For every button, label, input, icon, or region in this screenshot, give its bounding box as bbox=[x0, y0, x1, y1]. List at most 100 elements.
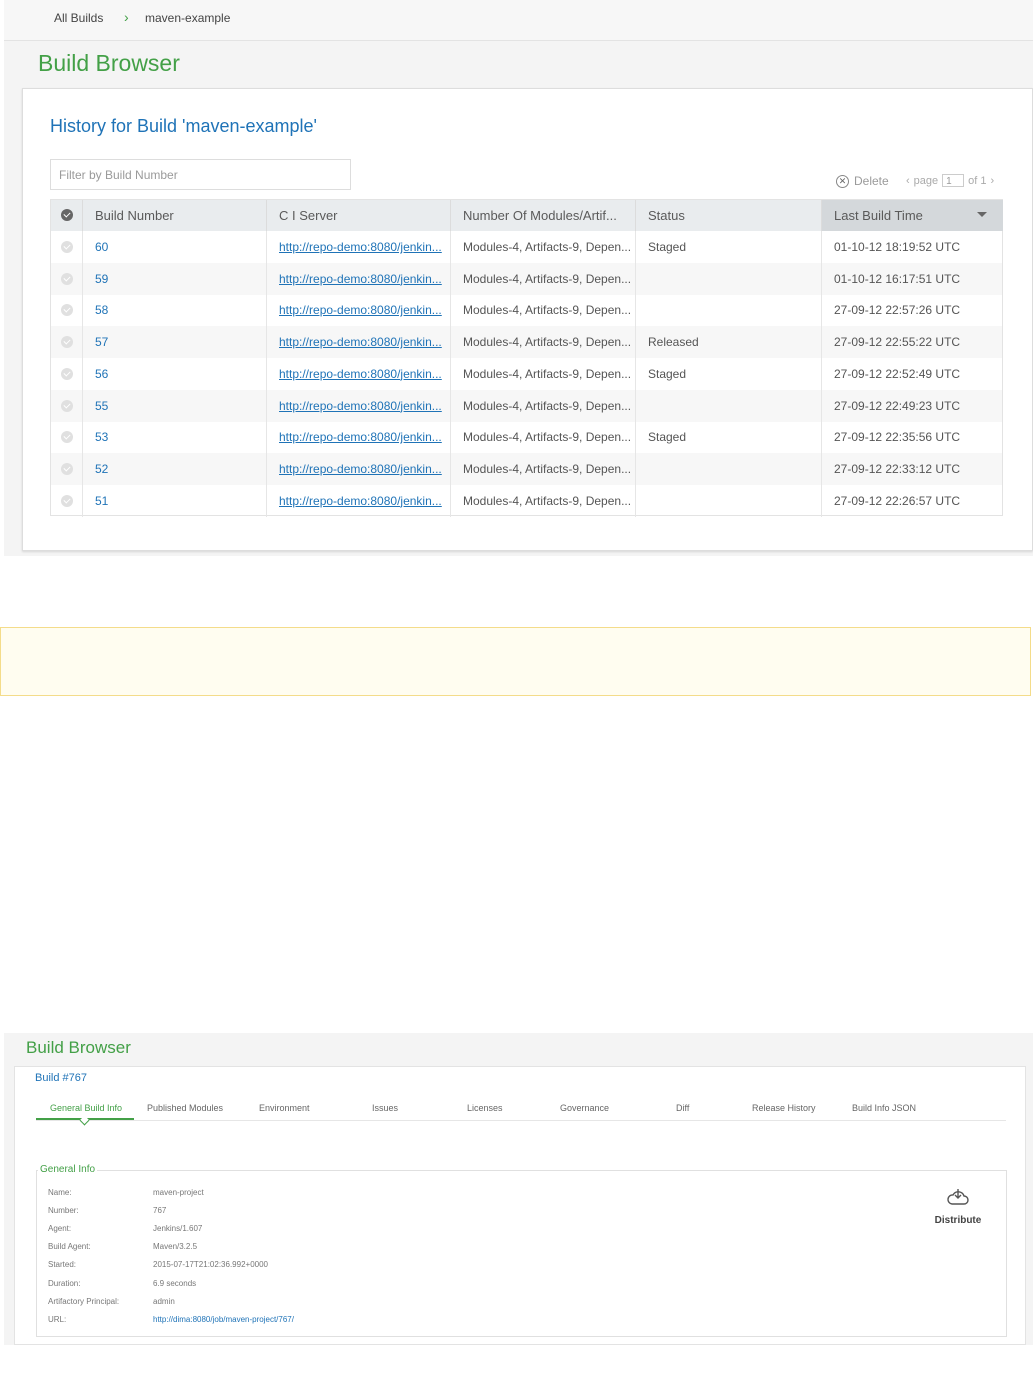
cell-ci-server-container: http://repo-demo:8080/jenkin... bbox=[267, 389, 451, 422]
row-select-cell[interactable] bbox=[51, 484, 83, 517]
tab-diff[interactable]: Diff bbox=[676, 1103, 689, 1113]
info-value: 6.9 seconds bbox=[153, 1278, 197, 1288]
cell-build-number[interactable]: 52 bbox=[95, 462, 108, 476]
row-select-cell[interactable] bbox=[51, 421, 83, 454]
cloud-download-icon bbox=[947, 1189, 969, 1205]
breadcrumb-all-builds[interactable]: All Builds bbox=[54, 11, 103, 25]
cell-build-number[interactable]: 57 bbox=[95, 335, 108, 349]
breadcrumb-chevron-icon: › bbox=[124, 9, 129, 25]
tab-build-info-json[interactable]: Build Info JSON bbox=[852, 1103, 916, 1113]
row-checkbox-icon[interactable] bbox=[61, 399, 73, 412]
info-url-link[interactable]: http://dima:8080/job/maven-project/767/ bbox=[153, 1315, 294, 1324]
info-label: Duration: bbox=[48, 1278, 81, 1288]
row-checkbox-icon[interactable] bbox=[61, 367, 73, 380]
cell-build-number[interactable]: 53 bbox=[95, 430, 108, 444]
cell-modules: Modules-4, Artifacts-9, Depen... bbox=[463, 335, 632, 350]
row-select-cell[interactable] bbox=[51, 452, 83, 485]
row-checkbox-icon[interactable] bbox=[61, 462, 73, 475]
column-header-status[interactable]: Status bbox=[636, 200, 822, 231]
cell-status-container bbox=[636, 262, 822, 295]
tab-release-history[interactable]: Release History bbox=[752, 1103, 816, 1113]
row-checkbox-icon[interactable] bbox=[61, 304, 73, 317]
cell-ci-server[interactable]: http://repo-demo:8080/jenkin... bbox=[279, 462, 442, 476]
row-checkbox-icon[interactable] bbox=[61, 272, 73, 285]
row-checkbox-icon[interactable] bbox=[61, 494, 73, 507]
cell-build-number-container: 60 bbox=[83, 231, 267, 263]
tab-general-build-info[interactable]: General Build Info bbox=[50, 1103, 122, 1113]
cell-last-build-time: 01-10-12 16:17:51 UTC bbox=[834, 271, 961, 286]
cell-ci-server-container: http://repo-demo:8080/jenkin... bbox=[267, 357, 451, 390]
table-row[interactable]: 58 http://repo-demo:8080/jenkin... Modules… bbox=[51, 294, 1002, 327]
cell-build-number[interactable]: 55 bbox=[95, 399, 108, 413]
cell-modules-container: Modules-4, Artifacts-9, Depen... bbox=[451, 231, 636, 263]
tab-issues[interactable]: Issues bbox=[372, 1103, 398, 1113]
cell-modules: Modules-4, Artifacts-9, Depen... bbox=[463, 430, 632, 445]
cell-ci-server-container: http://repo-demo:8080/jenkin... bbox=[267, 484, 451, 517]
row-select-cell[interactable] bbox=[51, 357, 83, 390]
tab-licenses[interactable]: Licenses bbox=[467, 1103, 503, 1113]
column-header-modules[interactable]: Number Of Modules/Artif... bbox=[451, 200, 636, 231]
cell-last-build-time: 01-10-12 18:19:52 UTC bbox=[834, 240, 961, 254]
pager-page-input[interactable]: 1 bbox=[942, 174, 965, 187]
cell-ci-server[interactable]: http://repo-demo:8080/jenkin... bbox=[279, 367, 442, 381]
cell-ci-server[interactable]: http://repo-demo:8080/jenkin... bbox=[279, 240, 442, 254]
cell-ci-server[interactable]: http://repo-demo:8080/jenkin... bbox=[279, 399, 442, 413]
filter-build-number-input[interactable] bbox=[50, 159, 351, 190]
cell-last-build-time: 27-09-12 22:57:26 UTC bbox=[834, 303, 961, 318]
cell-ci-server[interactable]: http://repo-demo:8080/jenkin... bbox=[279, 303, 442, 317]
cell-last-build-time-container: 01-10-12 18:19:52 UTC bbox=[822, 231, 1002, 263]
cell-build-number[interactable]: 60 bbox=[95, 240, 108, 254]
cell-build-number[interactable]: 59 bbox=[95, 272, 108, 286]
row-checkbox-icon[interactable] bbox=[61, 431, 73, 444]
table-row[interactable]: 59 http://repo-demo:8080/jenkin... Modules… bbox=[51, 262, 1002, 295]
tab-environment[interactable]: Environment bbox=[259, 1103, 310, 1113]
select-all-checkbox-icon[interactable] bbox=[61, 209, 73, 221]
breadcrumb: All Builds › maven-example bbox=[4, 0, 1033, 41]
row-checkbox-icon[interactable] bbox=[61, 241, 73, 253]
table-row[interactable]: 60 http://repo-demo:8080/jenkin... Modules… bbox=[51, 231, 1002, 263]
pager-prev-icon[interactable]: ‹ bbox=[906, 175, 910, 187]
column-header-ci-server[interactable]: C I Server bbox=[267, 200, 451, 231]
pager-next-icon[interactable]: › bbox=[991, 175, 995, 187]
cell-ci-server[interactable]: http://repo-demo:8080/jenkin... bbox=[279, 335, 442, 349]
cell-modules: Modules-4, Artifacts-9, Depen... bbox=[463, 398, 632, 413]
delete-icon: ✕ bbox=[836, 174, 849, 188]
cell-last-build-time-container: 27-09-12 22:35:56 UTC bbox=[822, 421, 1002, 453]
row-select-cell[interactable] bbox=[51, 262, 83, 295]
cell-ci-server-container: http://repo-demo:8080/jenkin... bbox=[267, 452, 451, 485]
cell-ci-server[interactable]: http://repo-demo:8080/jenkin... bbox=[279, 272, 442, 286]
column-header-build-number[interactable]: Build Number bbox=[83, 200, 267, 231]
row-select-cell[interactable] bbox=[51, 294, 83, 327]
table-row[interactable]: 55 http://repo-demo:8080/jenkin... Modules… bbox=[51, 389, 1002, 422]
cell-build-number[interactable]: 51 bbox=[95, 494, 108, 508]
column-header-last-build-time[interactable]: Last Build Time bbox=[822, 200, 1003, 231]
delete-button[interactable]: ✕ Delete bbox=[836, 174, 889, 188]
tab-published-modules[interactable]: Published Modules bbox=[147, 1103, 223, 1113]
sort-desc-icon[interactable] bbox=[977, 212, 987, 217]
cell-build-number[interactable]: 58 bbox=[95, 303, 108, 317]
cell-build-number[interactable]: 56 bbox=[95, 367, 108, 381]
build-title: Build #767 bbox=[35, 1072, 87, 1084]
cell-build-number-container: 51 bbox=[83, 484, 267, 517]
select-all-header[interactable] bbox=[51, 200, 83, 231]
distribute-button[interactable]: Distribute bbox=[928, 1188, 988, 1228]
cell-modules: Modules-4, Artifacts-9, Depen... bbox=[463, 271, 632, 286]
cell-status-container: Staged bbox=[636, 357, 822, 390]
table-row[interactable]: 56 http://repo-demo:8080/jenkin... Modules… bbox=[51, 357, 1002, 390]
cell-last-build-time-container: 01-10-12 16:17:51 UTC bbox=[822, 263, 1002, 295]
table-row[interactable]: 51 http://repo-demo:8080/jenkin... Modules… bbox=[51, 484, 1002, 517]
table-row[interactable]: 57 http://repo-demo:8080/jenkin... Modules… bbox=[51, 326, 1002, 359]
row-select-cell[interactable] bbox=[51, 231, 83, 263]
cell-build-number-container: 53 bbox=[83, 421, 267, 454]
table-row[interactable]: 53 http://repo-demo:8080/jenkin... Modules… bbox=[51, 421, 1002, 454]
row-checkbox-icon[interactable] bbox=[61, 336, 73, 349]
cell-ci-server[interactable]: http://repo-demo:8080/jenkin... bbox=[279, 430, 442, 444]
page-title-bottom: Build Browser bbox=[26, 1038, 131, 1057]
tab-governance[interactable]: Governance bbox=[560, 1103, 609, 1113]
row-select-cell[interactable] bbox=[51, 326, 83, 359]
cell-ci-server[interactable]: http://repo-demo:8080/jenkin... bbox=[279, 494, 442, 508]
cell-modules-container: Modules-4, Artifacts-9, Depen... bbox=[451, 389, 636, 422]
pager-of-label: of 1 bbox=[968, 174, 987, 187]
row-select-cell[interactable] bbox=[51, 389, 83, 422]
table-row[interactable]: 52 http://repo-demo:8080/jenkin... Modules… bbox=[51, 452, 1002, 485]
